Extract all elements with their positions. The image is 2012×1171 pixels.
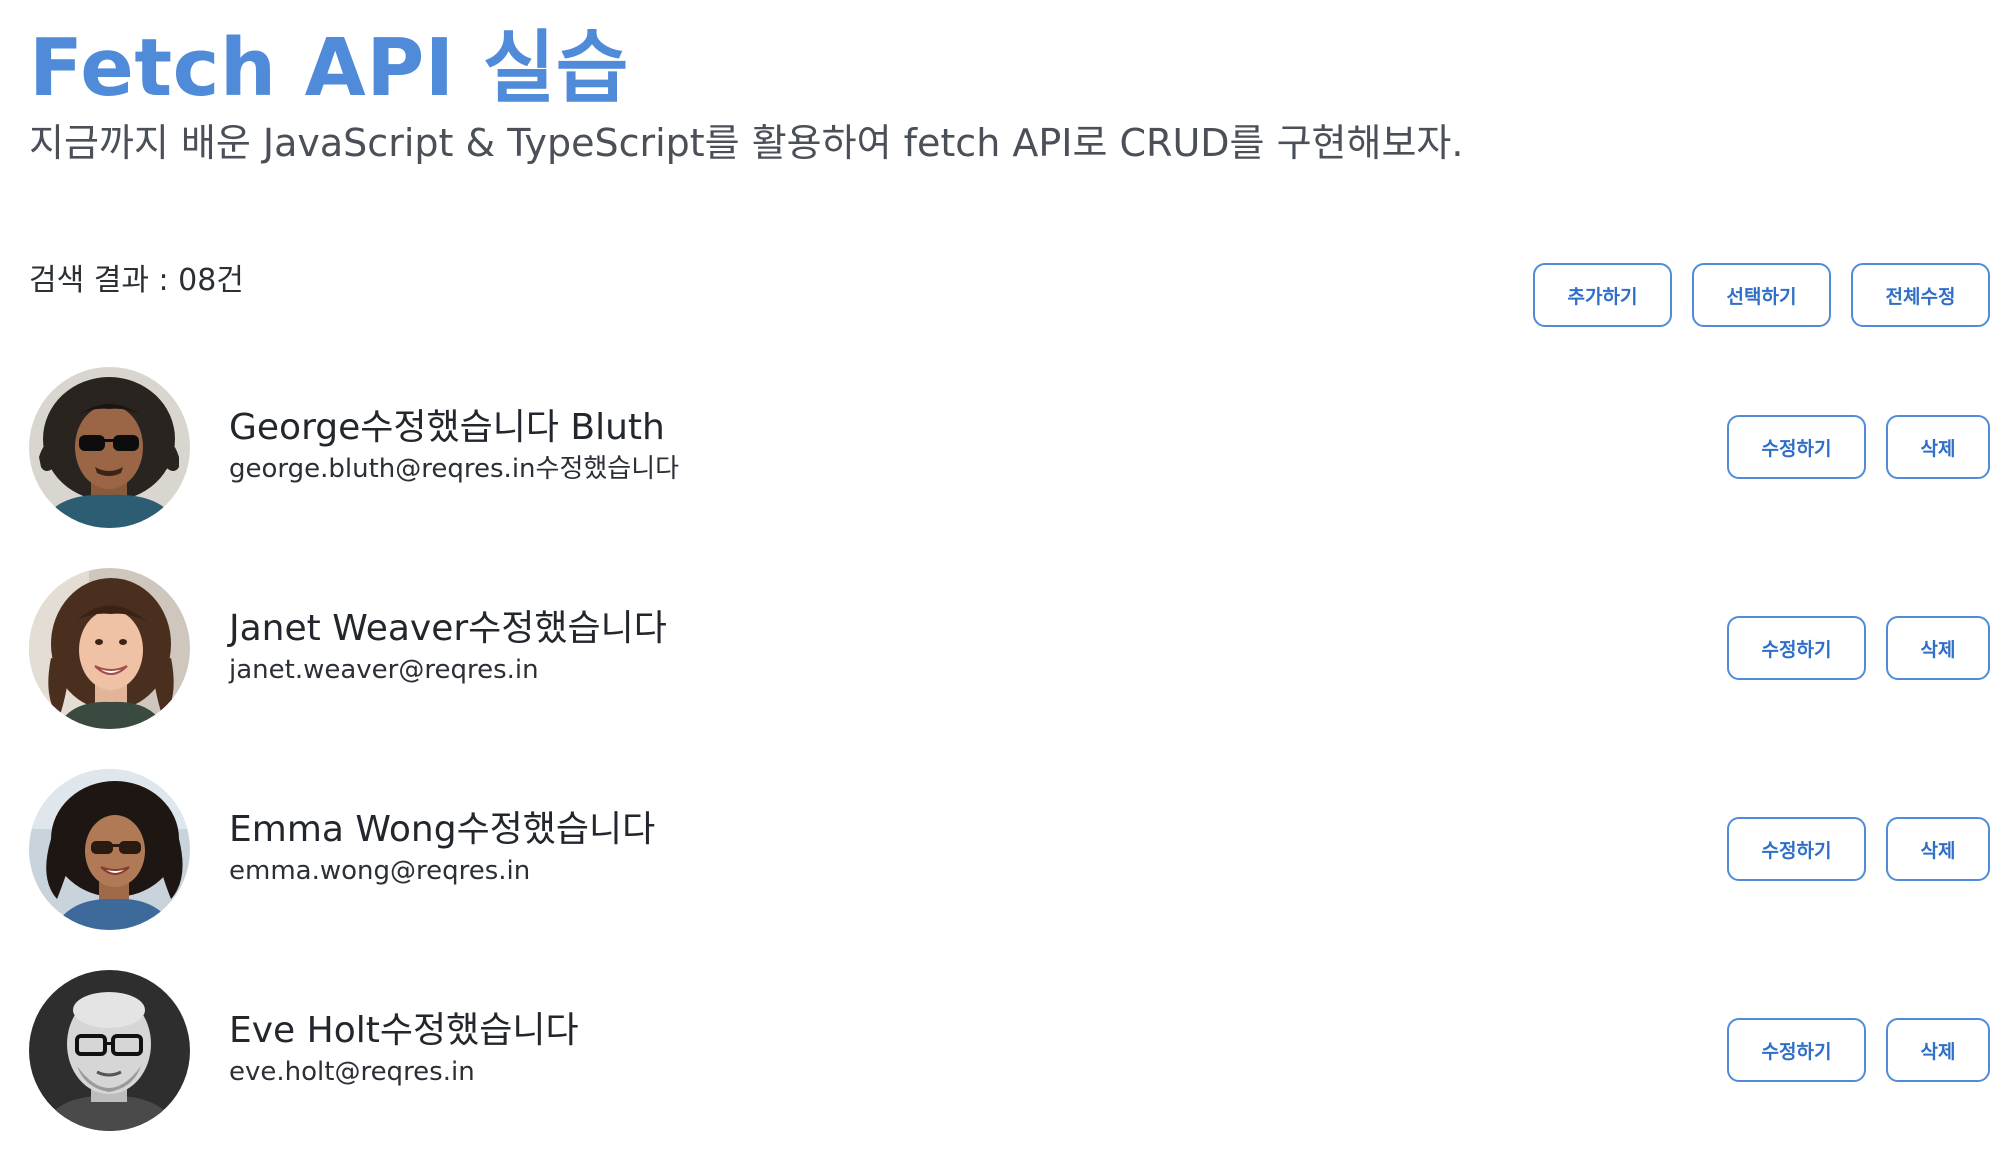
delete-button[interactable]: 삭제 [1886,817,1990,881]
page-subtitle: 지금까지 배운 JavaScript & TypeScript를 활용하여 fe… [29,121,1464,165]
avatar [29,367,190,528]
user-info: George수정했습니다 Bluth george.bluth@reqres.i… [229,405,679,487]
user-email: janet.weaver@reqres.in [229,655,539,685]
user-name: Janet Weaver수정했습니다 [229,608,667,649]
user-name: Emma Wong수정했습니다 [229,809,656,850]
edit-all-button[interactable]: 전체수정 [1851,263,1990,327]
toolbar-actions: 추가하기 선택하기 전체수정 [1533,263,1990,327]
avatar [29,970,190,1131]
list-item: Emma Wong수정했습니다 emma.wong@reqres.in 수정하기… [29,769,1990,970]
avatar-janet-image [29,568,190,729]
row-actions: 수정하기 삭제 [1727,817,1990,881]
edit-button[interactable]: 수정하기 [1727,415,1866,479]
user-list: George수정했습니다 Bluth george.bluth@reqres.i… [29,367,1990,1171]
edit-button[interactable]: 수정하기 [1727,817,1866,881]
delete-button[interactable]: 삭제 [1886,415,1990,479]
result-count: 검색 결과 : 08건 [29,263,244,298]
user-info: Emma Wong수정했습니다 emma.wong@reqres.in [229,807,655,889]
add-button[interactable]: 추가하기 [1533,263,1672,327]
list-item: Janet Weaver수정했습니다 janet.weaver@reqres.i… [29,568,1990,769]
delete-button[interactable]: 삭제 [1886,616,1990,680]
user-info: Eve Holt수정했습니다 eve.holt@reqres.in [229,1008,579,1090]
avatar-george-image [29,367,190,528]
user-name: George수정했습니다 Bluth [229,407,665,448]
delete-button[interactable]: 삭제 [1886,1018,1990,1082]
user-info: Janet Weaver수정했습니다 janet.weaver@reqres.i… [229,606,667,688]
list-item: Eve Holt수정했습니다 eve.holt@reqres.in 수정하기 삭… [29,970,1990,1171]
user-email: eve.holt@reqres.in [229,1057,475,1087]
select-button[interactable]: 선택하기 [1692,263,1831,327]
row-actions: 수정하기 삭제 [1727,616,1990,680]
page-title: Fetch API 실습 [29,22,629,114]
avatar [29,769,190,930]
edit-button[interactable]: 수정하기 [1727,616,1866,680]
user-name: Eve Holt수정했습니다 [229,1010,579,1051]
toolbar: 검색 결과 : 08건 추가하기 선택하기 전체수정 [29,255,1990,327]
avatar-emma-image [29,769,190,930]
avatar-eve-image [29,970,190,1131]
user-email: george.bluth@reqres.in수정했습니다 [229,454,680,484]
user-email: emma.wong@reqres.in [229,856,531,886]
avatar [29,568,190,729]
row-actions: 수정하기 삭제 [1727,415,1990,479]
row-actions: 수정하기 삭제 [1727,1018,1990,1082]
edit-button[interactable]: 수정하기 [1727,1018,1866,1082]
list-item: George수정했습니다 Bluth george.bluth@reqres.i… [29,367,1990,568]
